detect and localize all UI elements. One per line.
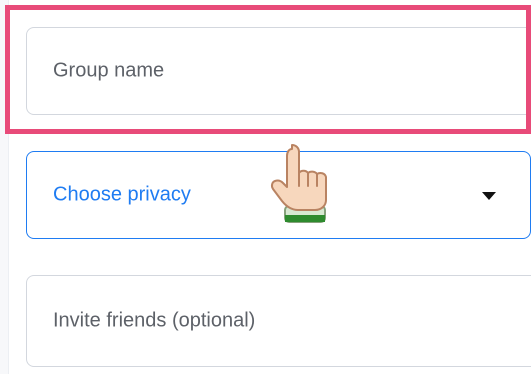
invite-friends-input[interactable]: Invite friends (optional)	[26, 275, 531, 367]
invite-friends-placeholder: Invite friends (optional)	[53, 309, 256, 332]
highlight-box	[5, 5, 531, 134]
choose-privacy-label: Choose privacy	[53, 183, 191, 206]
caret-down-icon	[482, 192, 496, 200]
pointing-hand-icon	[270, 144, 327, 223]
